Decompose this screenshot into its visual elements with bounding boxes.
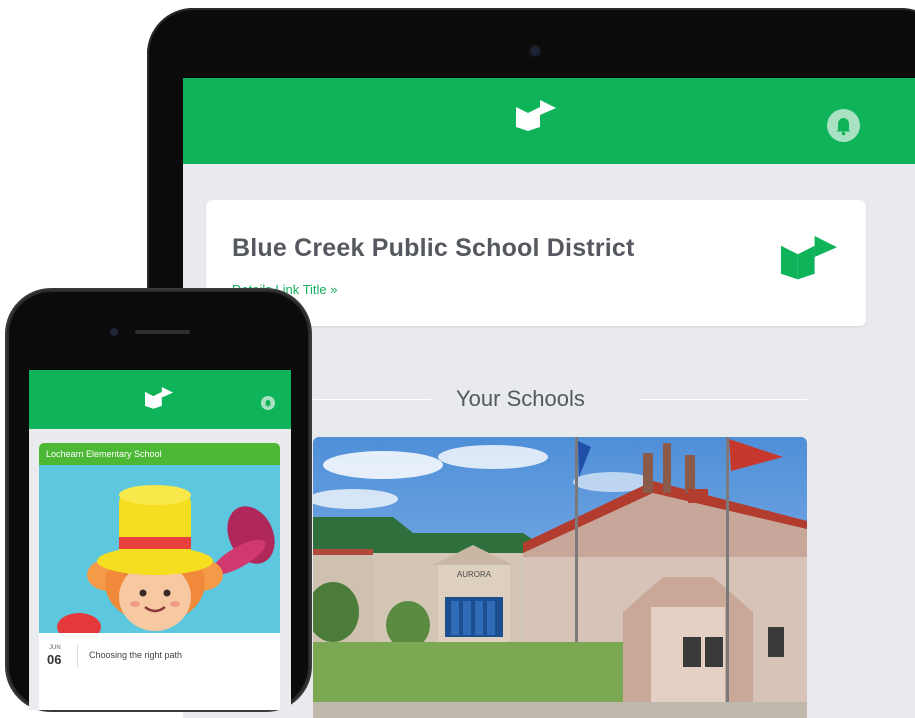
phone-screen: Lochearn Elementary School JUN 06 Choosi… (29, 370, 291, 710)
tablet-camera (530, 46, 540, 56)
event-day: 06 (47, 652, 62, 667)
district-card: Blue Creek Public School District Detail… (206, 200, 866, 326)
tablet-app-header (183, 78, 915, 164)
school-name-label: Lochearn Elementary School (46, 449, 162, 459)
section-divider-left (313, 399, 431, 400)
bell-icon[interactable] (261, 396, 275, 410)
school-photo[interactable]: AURORA (313, 437, 807, 718)
bell-icon[interactable] (827, 109, 860, 142)
school-sign-text: AURORA (457, 570, 492, 579)
brand-logo-icon (781, 236, 837, 280)
brand-logo-icon[interactable] (516, 100, 556, 140)
event-title[interactable]: Choosing the right path (89, 650, 182, 660)
phone-app-header (29, 370, 291, 429)
event-illustration (39, 465, 280, 633)
event-card[interactable]: Lochearn Elementary School JUN 06 Choosi… (39, 443, 280, 710)
phone-device: Lochearn Elementary School JUN 06 Choosi… (7, 290, 310, 710)
section-divider-right (639, 399, 807, 400)
phone-camera (110, 328, 118, 336)
school-name-bar: Lochearn Elementary School (39, 443, 280, 465)
event-date-divider (77, 644, 78, 668)
your-schools-heading: Your Schools (456, 386, 585, 411)
phone-speaker (135, 330, 190, 334)
event-month: JUN (49, 645, 61, 651)
district-title: Blue Creek Public School District (232, 234, 635, 262)
brand-logo-icon[interactable] (145, 387, 173, 415)
